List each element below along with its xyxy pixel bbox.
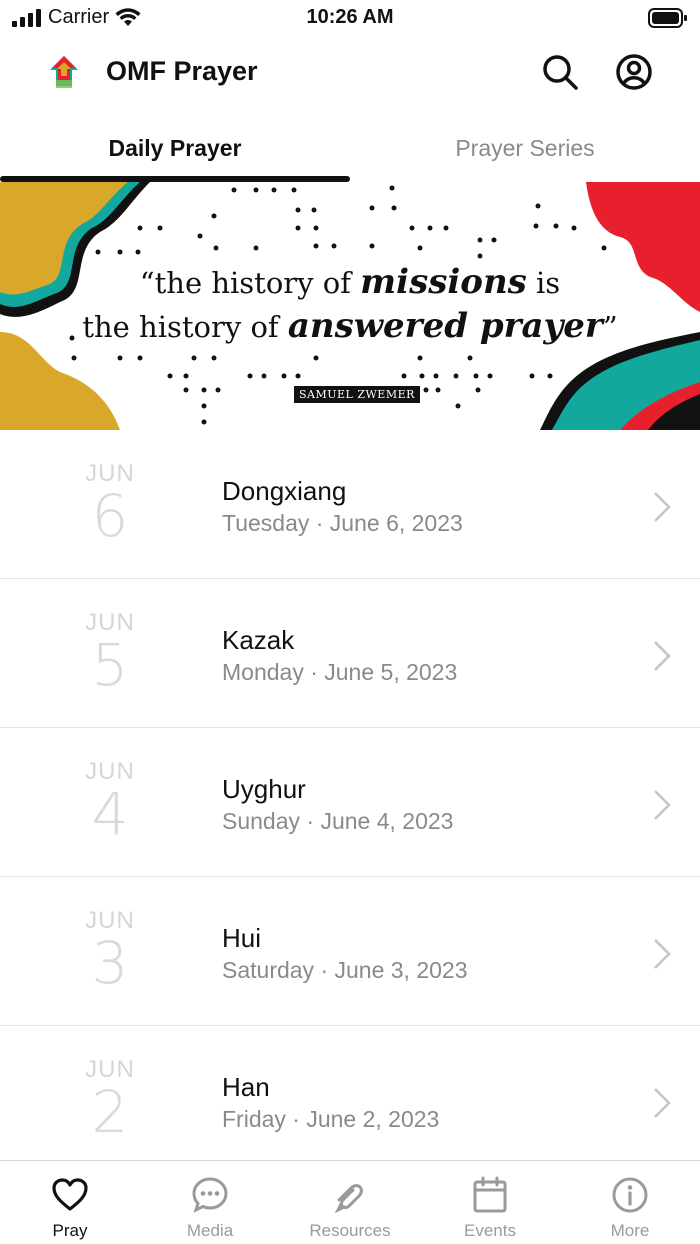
quote-author: SAMUEL ZWEMER [294,386,420,403]
date-day: 3 [91,929,129,997]
prayer-title: Dongxiang [222,476,347,506]
heart-icon [50,1175,90,1215]
nav-label: Pray [52,1221,88,1240]
prayer-date: Friday · June 2, 2023 [222,1106,440,1132]
chevron-right-icon [654,641,671,671]
search-icon [543,55,578,90]
chevron-right-icon [654,492,671,522]
search-button[interactable] [538,50,582,94]
battery-icon [648,8,688,33]
quote-text-1b: is [526,266,561,300]
tab-bar: Daily Prayer Prayer Series [0,118,700,184]
status-time: 10:26 AM [306,6,394,28]
account-button[interactable] [612,50,656,94]
prayer-date: Monday · June 5, 2023 [222,659,458,685]
user-account-icon [616,54,652,90]
date-day: 2 [91,1078,129,1146]
quote-text-2a: the history of [82,310,288,344]
date-day: 5 [91,631,129,699]
date-day: 6 [91,482,129,550]
chat-bubble-icon [190,1175,230,1215]
bottom-tab-bar: Pray Media Resources Events More [0,1160,700,1244]
omf-logo-icon [44,50,84,94]
quote-banner: “the history of missions is the history … [0,182,700,430]
list-item[interactable]: JUN 5 Kazak Monday · June 5, 2023 [0,579,700,728]
chevron-right-icon [654,939,671,969]
quote-line-2: the history of answered prayer” [82,306,618,346]
date-day: 4 [91,780,129,848]
prayer-date: Saturday · June 3, 2023 [222,957,468,983]
quote-emphasis-1: missions [360,262,527,302]
prayer-title: Hui [222,923,262,953]
info-icon [610,1175,650,1215]
prayer-date: Tuesday · June 6, 2023 [222,510,463,536]
tab-daily-prayer[interactable]: Daily Prayer [0,118,350,178]
quote-text-1a: the history of [154,266,361,300]
nav-more[interactable]: More [560,1161,700,1244]
prayer-date: Sunday · June 4, 2023 [222,808,454,834]
app-bar: OMF Prayer [0,40,700,104]
nav-media[interactable]: Media [140,1161,280,1244]
prayer-title: Han [222,1072,270,1102]
nav-label: Events [464,1221,516,1240]
nav-resources[interactable]: Resources [280,1161,420,1244]
chevron-right-icon [654,790,671,820]
nav-events[interactable]: Events [420,1161,560,1244]
nav-label: Media [186,1221,234,1240]
tab-prayer-series[interactable]: Prayer Series [350,118,700,178]
chevron-right-icon [654,1088,671,1118]
nav-label: More [610,1221,650,1240]
prayer-title: Kazak [222,625,295,655]
prayer-title: Uyghur [222,774,306,804]
calendar-icon [470,1175,510,1215]
status-bar: Carrier 10:26 AM [0,0,700,36]
list-item[interactable]: JUN 6 Dongxiang Tuesday · June 6, 2023 [0,430,700,579]
quote-line-1: “the history of missions is [139,262,561,302]
resources-icon [330,1175,370,1215]
list-item[interactable]: JUN 2 Han Friday · June 2, 2023 [0,1026,700,1175]
app-title: OMF Prayer [106,56,258,86]
list-item[interactable]: JUN 3 Hui Saturday · June 3, 2023 [0,877,700,1026]
list-item[interactable]: JUN 4 Uyghur Sunday · June 4, 2023 [0,728,700,877]
nav-label: Resources [309,1221,391,1240]
quote-emphasis-2: answered prayer [287,306,603,346]
nav-pray[interactable]: Pray [0,1161,140,1244]
prayer-list: JUN 6 Dongxiang Tuesday · June 6, 2023 J… [0,430,700,1175]
